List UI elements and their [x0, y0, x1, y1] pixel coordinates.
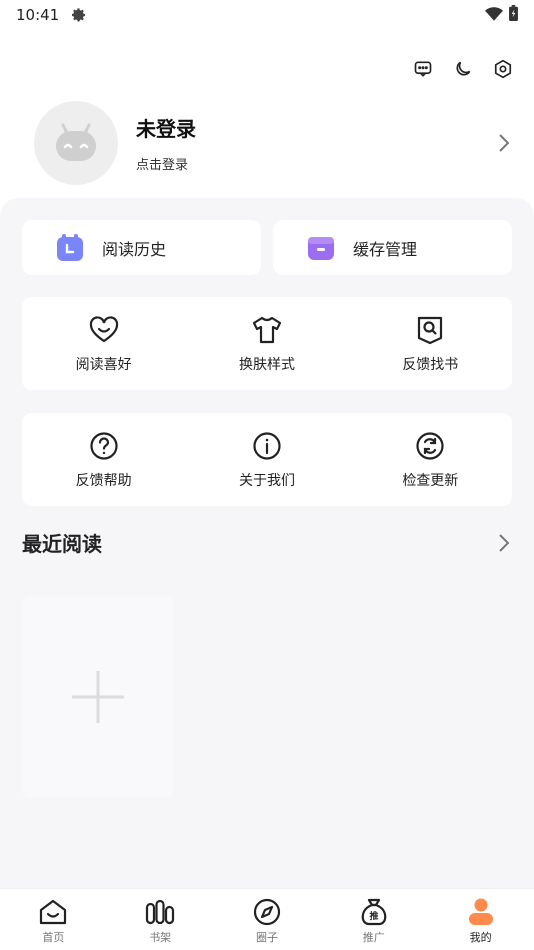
- grid-label: 反馈找书: [402, 356, 459, 373]
- main-panel: 阅读历史 缓存管理 阅读喜好 换肤样式 反馈找书 反馈帮助 关于我们 检查更新 …: [0, 198, 534, 888]
- reading-preference-button[interactable]: 阅读喜好: [22, 297, 185, 390]
- search-book-icon: [414, 314, 446, 346]
- message-icon[interactable]: [412, 58, 434, 80]
- refresh-circle-icon: [414, 430, 446, 462]
- heart-smile-icon: [88, 314, 120, 346]
- battery-icon: [509, 5, 518, 25]
- nav-me[interactable]: 我的: [427, 889, 534, 950]
- grid-label: 反馈帮助: [75, 472, 132, 489]
- quick-actions: 阅读历史 缓存管理: [22, 220, 512, 275]
- nav-label: 推广: [362, 931, 385, 944]
- status-time: 10:41: [16, 6, 60, 24]
- cache-management-icon: [307, 234, 335, 262]
- check-update-button[interactable]: 检查更新: [349, 413, 512, 506]
- top-actions: [412, 58, 514, 80]
- svg-text:推: 推: [369, 910, 378, 922]
- nav-label: 圈子: [255, 931, 278, 944]
- tshirt-icon: [251, 314, 283, 346]
- grid-label: 换肤样式: [238, 356, 295, 373]
- profile-name: 未登录: [136, 117, 196, 141]
- settings-status-icon: [71, 7, 87, 23]
- status-bar: 10:41: [0, 0, 534, 30]
- help-circle-icon: [88, 430, 120, 462]
- nav-home[interactable]: 首页: [0, 889, 107, 950]
- reading-history-button[interactable]: 阅读历史: [22, 220, 261, 275]
- plus-icon: [72, 671, 124, 723]
- nav-promo[interactable]: 推 推广: [320, 889, 427, 950]
- night-mode-icon[interactable]: [452, 58, 474, 80]
- info-circle-icon: [251, 430, 283, 462]
- recent-reading-title: 最近阅读: [22, 532, 102, 556]
- compass-icon: [252, 897, 282, 927]
- bookshelf-icon: [145, 897, 175, 927]
- reading-history-icon: [56, 233, 84, 262]
- login-link[interactable]: 点击登录: [136, 154, 196, 173]
- home-icon: [38, 897, 68, 927]
- settings-icon[interactable]: [492, 58, 514, 80]
- quick-label: 阅读历史: [102, 239, 167, 259]
- user-icon: [466, 897, 496, 927]
- grid-label: 检查更新: [402, 472, 459, 489]
- promo-bag-icon: 推: [359, 897, 389, 927]
- bottom-nav: 首页 书架 圈子 推 推广 我的: [0, 888, 534, 950]
- grid-label: 关于我们: [238, 472, 295, 489]
- nav-label: 书架: [149, 931, 172, 944]
- chevron-right-icon[interactable]: [496, 532, 514, 554]
- recent-reading-header[interactable]: 最近阅读: [22, 528, 514, 557]
- feedback-find-book-button[interactable]: 反馈找书: [349, 297, 512, 390]
- wifi-icon: [485, 6, 503, 25]
- about-us-button[interactable]: 关于我们: [185, 413, 348, 506]
- add-book-card[interactable]: [22, 596, 174, 798]
- preferences-grid: 阅读喜好 换肤样式 反馈找书: [22, 297, 512, 390]
- nav-label: 首页: [42, 931, 65, 944]
- chevron-right-icon[interactable]: [496, 132, 516, 154]
- cache-management-button[interactable]: 缓存管理: [273, 220, 512, 275]
- nav-circle[interactable]: 圈子: [214, 889, 321, 950]
- feedback-help-button[interactable]: 反馈帮助: [22, 413, 185, 506]
- profile-login[interactable]: 未登录 点击登录: [34, 100, 516, 186]
- avatar: [34, 101, 118, 185]
- skin-style-button[interactable]: 换肤样式: [185, 297, 348, 390]
- grid-label: 阅读喜好: [75, 356, 132, 373]
- nav-bookshelf[interactable]: 书架: [107, 889, 214, 950]
- nav-label: 我的: [469, 931, 492, 944]
- quick-label: 缓存管理: [353, 239, 418, 259]
- support-grid: 反馈帮助 关于我们 检查更新: [22, 413, 512, 506]
- android-face-icon: [56, 123, 96, 161]
